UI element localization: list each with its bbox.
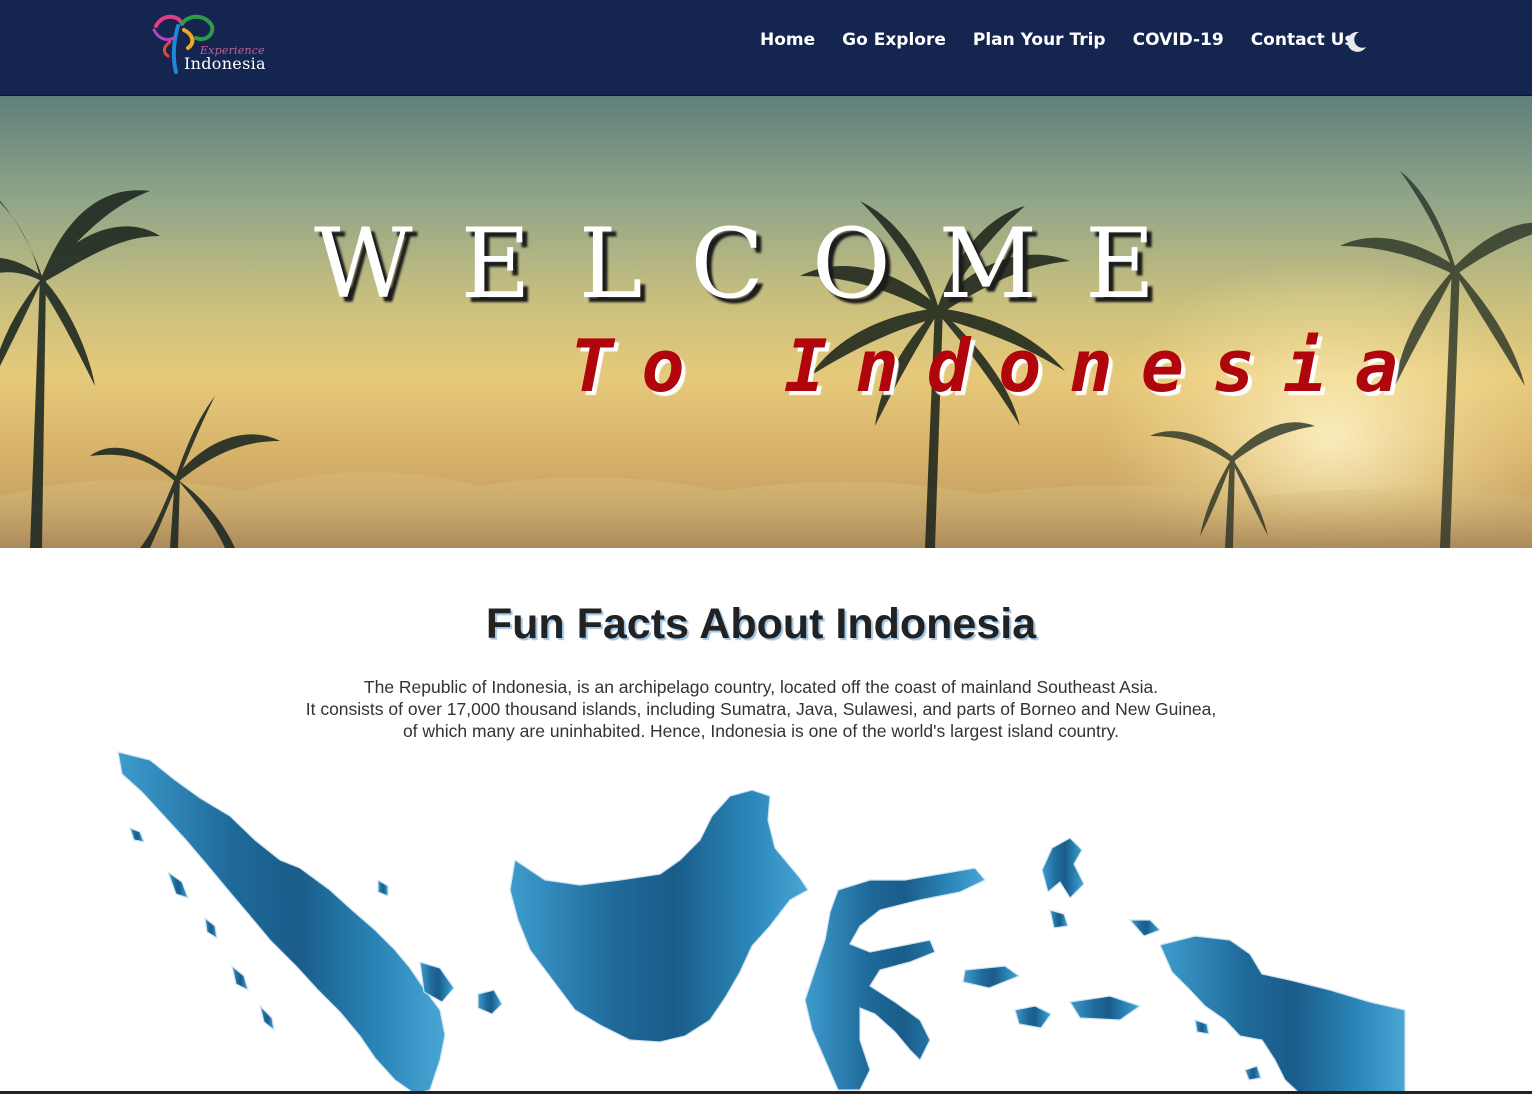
- nav-link-plan-your-trip[interactable]: Plan Your Trip: [973, 30, 1106, 50]
- moon-icon[interactable]: [1344, 30, 1368, 54]
- nav-link-contact-us[interactable]: Contact Us: [1251, 30, 1355, 50]
- palm-trees-background: [0, 171, 1532, 548]
- indonesia-map: [117, 751, 1406, 1094]
- fun-facts-line: It consists of over 17,000 thousand isla…: [305, 699, 1217, 719]
- hero-subtitle: To Indonesia: [570, 324, 1427, 408]
- map-region-borneo: [509, 789, 809, 1043]
- nav-links: Home Go Explore Plan Your Trip COVID-19 …: [760, 30, 1382, 50]
- nav-link-covid-19[interactable]: COVID-19: [1133, 30, 1224, 50]
- nav-link-home[interactable]: Home: [760, 30, 815, 50]
- hero-welcome-heading: WELCOME: [314, 208, 1204, 320]
- fun-facts-title: Fun Facts About Indonesia: [485, 600, 1037, 648]
- fun-facts-paragraph: The Republic of Indonesia, is an archipe…: [0, 676, 1522, 742]
- map-region-sulawesi: [804, 867, 986, 1091]
- nav-link-go-explore[interactable]: Go Explore: [842, 30, 946, 50]
- hero-banner: WELCOME To Indonesia: [0, 96, 1532, 548]
- map-region-sumatra: [117, 751, 446, 1094]
- navbar: Experience Indonesia Home Go Explore Pla…: [0, 0, 1532, 96]
- map-region-papua: [1159, 935, 1406, 1094]
- fun-facts-line: The Republic of Indonesia, is an archipe…: [363, 677, 1159, 697]
- fun-facts-line: of which many are uninhabited. Hence, In…: [402, 721, 1120, 741]
- logo-text-big: Indonesia: [184, 54, 266, 73]
- experience-indonesia-logo[interactable]: Experience Indonesia: [148, 12, 288, 78]
